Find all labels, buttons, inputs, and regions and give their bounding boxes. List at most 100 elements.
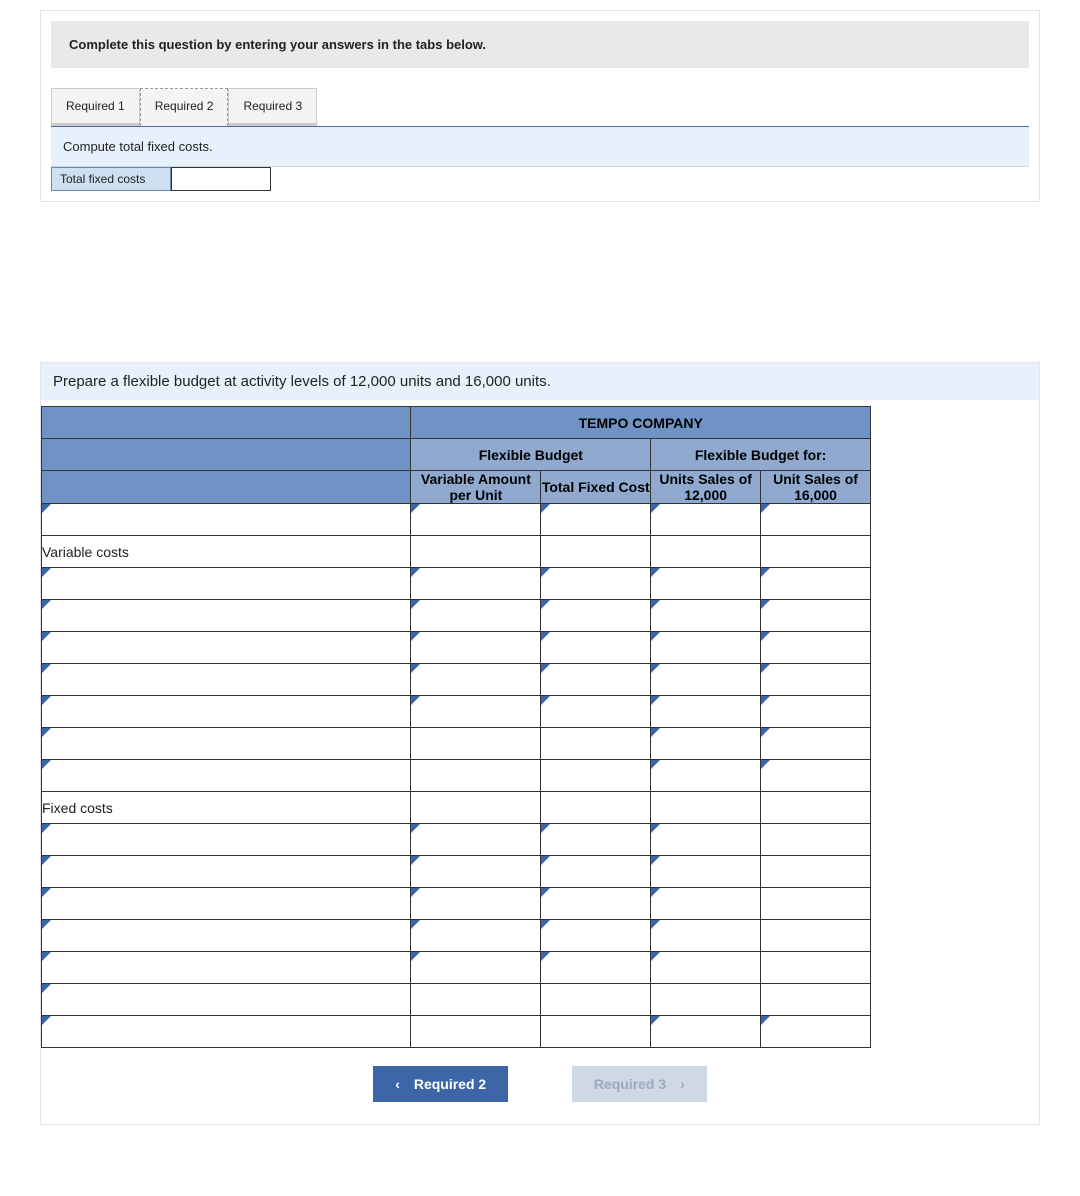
dropdown-marker-icon [42,952,51,961]
section-variable-costs: Variable costs [42,536,411,568]
cell-input[interactable] [651,1016,761,1048]
cell-blank [651,792,761,824]
cell-input[interactable] [411,504,541,536]
cell-input[interactable] [541,632,651,664]
dropdown-marker-icon [411,888,420,897]
cell-blank [761,824,871,856]
cell-input[interactable] [651,760,761,792]
dropdown-marker-icon [541,568,550,577]
tab-required-1[interactable]: Required 1 [51,88,140,126]
row-label-input[interactable] [42,824,411,856]
table-row: Variable costs [42,536,871,568]
cell-input[interactable] [761,696,871,728]
cell-blank [411,1016,541,1048]
row-label-input[interactable] [42,888,411,920]
cell-input[interactable] [651,824,761,856]
table-row [42,888,871,920]
cell-input[interactable] [411,696,541,728]
table-row [42,824,871,856]
dropdown-marker-icon [651,568,660,577]
cell-input[interactable] [651,632,761,664]
tab-required-2[interactable]: Required 2 [140,88,229,126]
cell-input[interactable] [651,600,761,632]
cell-input[interactable] [411,632,541,664]
next-required-button[interactable]: Required 3 › [572,1066,707,1102]
cell-input[interactable] [411,952,541,984]
cell-input[interactable] [541,824,651,856]
cell-input[interactable] [651,952,761,984]
hdr-col-var-amount: Variable Amount per Unit [411,471,541,504]
cell-input[interactable] [411,600,541,632]
row-label-input[interactable] [42,952,411,984]
row-label-input[interactable] [42,632,411,664]
cell-input[interactable] [411,920,541,952]
row-label-input[interactable] [42,664,411,696]
row-label-input[interactable] [42,760,411,792]
cell-input[interactable] [541,664,651,696]
cell-blank [761,920,871,952]
cell-input[interactable] [541,600,651,632]
cell-input[interactable] [411,888,541,920]
dropdown-marker-icon [651,760,660,769]
cell-input[interactable] [651,920,761,952]
cell-input[interactable] [411,824,541,856]
row-label-input[interactable] [42,984,411,1016]
dropdown-marker-icon [411,664,420,673]
cell-input[interactable] [651,568,761,600]
prev-required-button[interactable]: ‹ Required 2 [373,1066,508,1102]
dropdown-marker-icon [42,696,51,705]
cell-input[interactable] [761,760,871,792]
cell-input[interactable] [651,728,761,760]
total-fixed-costs-input[interactable] [171,167,271,191]
cell-input[interactable] [761,664,871,696]
cell-input[interactable] [761,504,871,536]
tab-required-3[interactable]: Required 3 [228,88,317,126]
cell-input[interactable] [541,920,651,952]
cell-input[interactable] [761,568,871,600]
cell-input[interactable] [411,664,541,696]
row-label-input[interactable] [42,728,411,760]
dropdown-marker-icon [541,632,550,641]
cell-input[interactable] [761,600,871,632]
row-label-input[interactable] [42,600,411,632]
cell-input[interactable] [541,856,651,888]
row-label-input[interactable] [42,568,411,600]
sub-instruction: Compute total fixed costs. [51,127,1029,167]
flexible-budget-panel: Prepare a flexible budget at activity le… [40,362,1040,1125]
cell-input[interactable] [411,856,541,888]
cell-input[interactable] [541,568,651,600]
cell-input[interactable] [651,664,761,696]
hdr-col-units-16000: Unit Sales of 16,000 [761,471,871,504]
cell-input[interactable] [651,696,761,728]
cell-input[interactable] [761,1016,871,1048]
cell-input[interactable] [651,504,761,536]
flex-instruction: Prepare a flexible budget at activity le… [41,363,1039,400]
cell-input[interactable] [761,632,871,664]
cell-input[interactable] [411,568,541,600]
cell-blank [651,536,761,568]
cell-input[interactable] [541,696,651,728]
hdr-group-flexible-budget: Flexible Budget [411,439,651,471]
table-row [42,760,871,792]
cell-input[interactable] [541,888,651,920]
dropdown-marker-icon [541,664,550,673]
cell-blank [411,760,541,792]
cell-input[interactable] [651,888,761,920]
cell-input[interactable] [541,952,651,984]
cell-input[interactable] [761,728,871,760]
cell-blank [411,536,541,568]
row-label-input[interactable] [42,1016,411,1048]
cell-input[interactable] [541,504,651,536]
row-label-input[interactable] [42,696,411,728]
cell-input[interactable] [651,856,761,888]
chevron-right-icon: › [680,1076,685,1092]
dropdown-marker-icon [541,600,550,609]
dropdown-marker-icon [411,632,420,641]
dropdown-marker-icon [42,1016,51,1025]
dropdown-marker-icon [761,1016,770,1025]
row-label-input[interactable] [42,856,411,888]
row-label-input[interactable] [42,504,411,536]
dropdown-marker-icon [411,856,420,865]
row-label-input[interactable] [42,920,411,952]
dropdown-marker-icon [411,568,420,577]
